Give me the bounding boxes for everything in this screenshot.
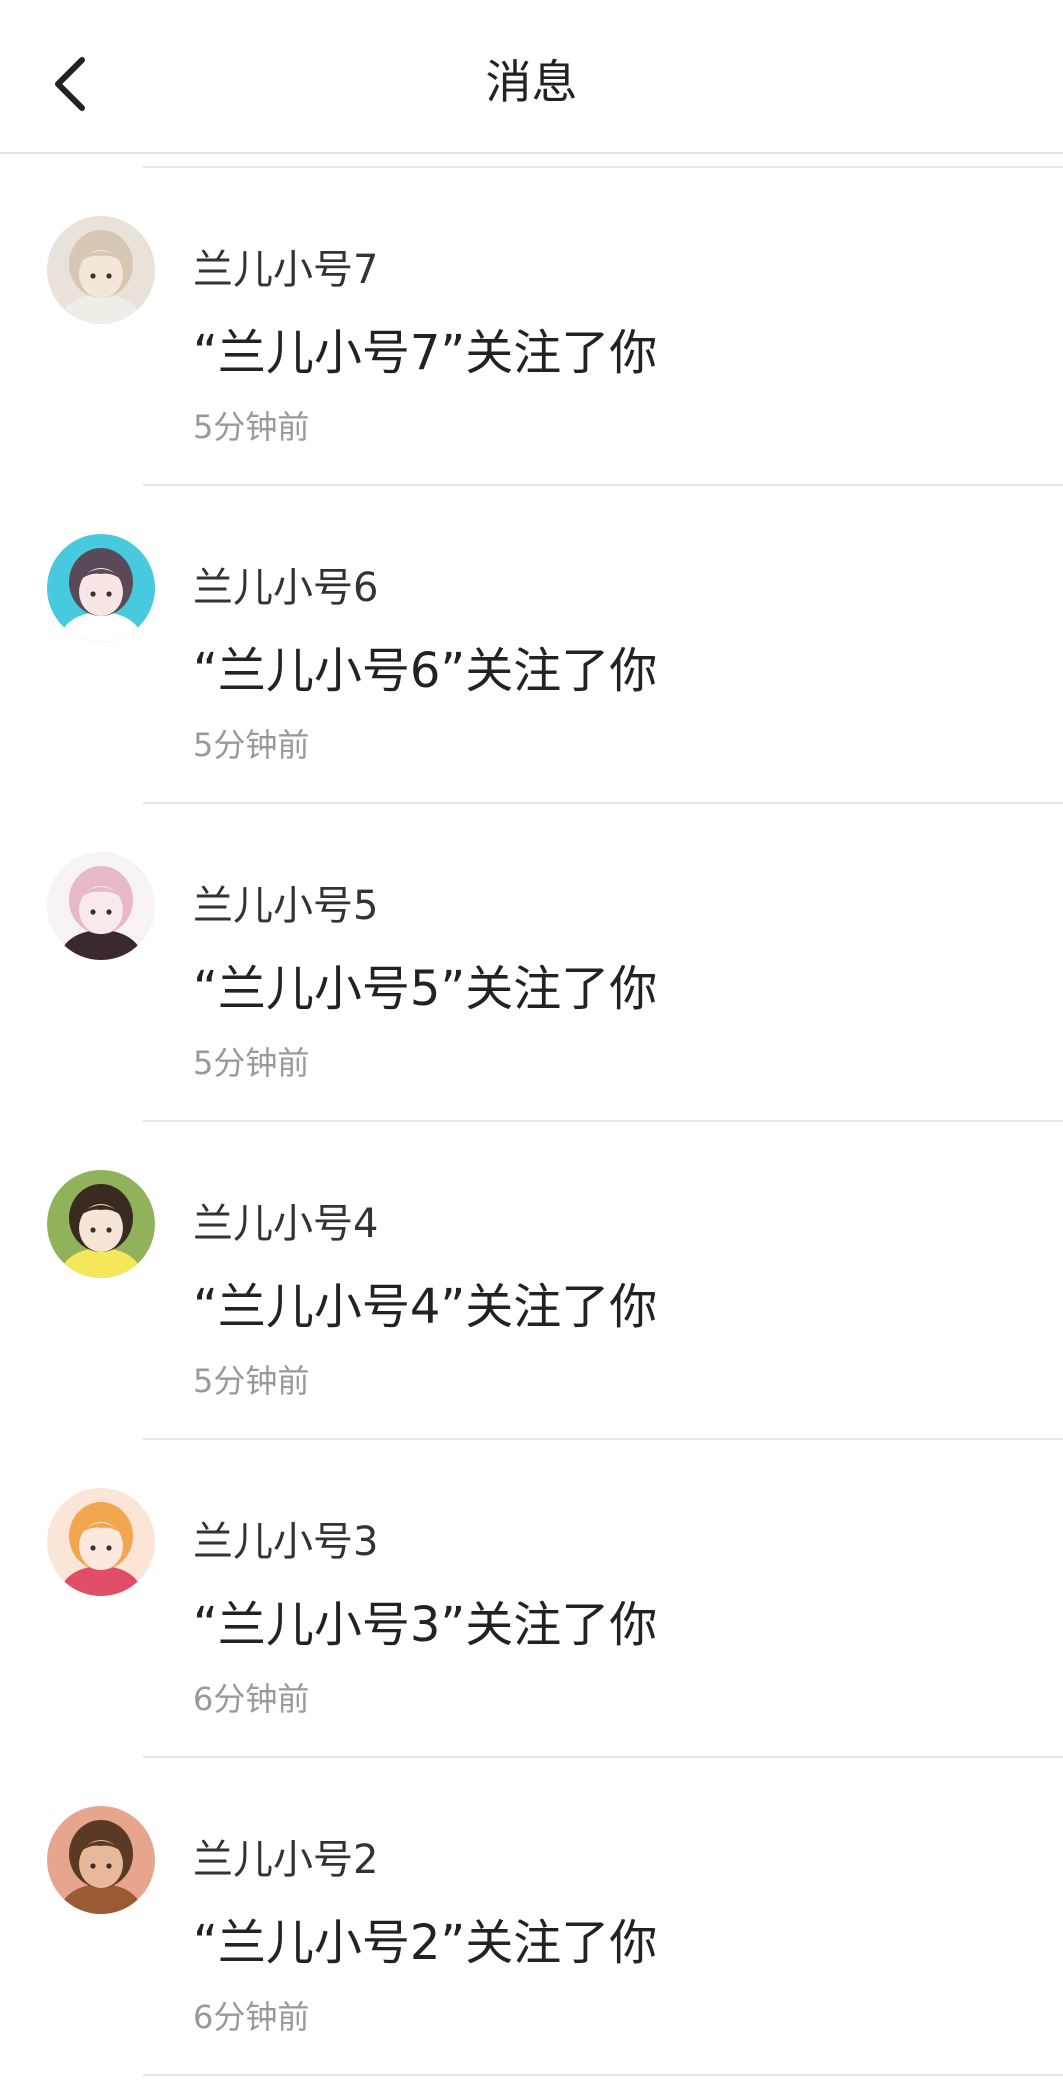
timestamp: 6分钟前 — [193, 1998, 310, 2036]
avatar-portrait — [47, 1806, 155, 1914]
message-text: “兰儿小号3”关注了你 — [193, 1597, 658, 1653]
avatar[interactable] — [47, 534, 155, 642]
timestamp: 5分钟前 — [193, 408, 310, 446]
message-text: “兰儿小号4”关注了你 — [193, 1279, 658, 1335]
timestamp: 5分钟前 — [193, 1362, 310, 1400]
avatar-portrait — [47, 852, 155, 960]
message-list: 兰儿小号7 “兰儿小号7”关注了你 5分钟前 兰儿小号6 “兰儿小号6”关注了你… — [0, 168, 1063, 2076]
avatar-portrait — [47, 216, 155, 324]
timestamp: 5分钟前 — [193, 726, 310, 764]
message-item[interactable]: 兰儿小号4 “兰儿小号4”关注了你 5分钟前 — [0, 1122, 1063, 1440]
sender-name[interactable]: 兰儿小号6 — [193, 562, 378, 614]
message-text: “兰儿小号5”关注了你 — [193, 961, 658, 1017]
top-navigation-bar: 消息 — [0, 0, 1063, 154]
message-item[interactable]: 兰儿小号3 “兰儿小号3”关注了你 6分钟前 — [0, 1440, 1063, 1758]
page-title: 消息 — [485, 55, 578, 109]
avatar[interactable] — [47, 852, 155, 960]
message-item[interactable]: 兰儿小号5 “兰儿小号5”关注了你 5分钟前 — [0, 804, 1063, 1122]
message-item[interactable]: 兰儿小号7 “兰儿小号7”关注了你 5分钟前 — [0, 168, 1063, 486]
message-item[interactable]: 兰儿小号2 “兰儿小号2”关注了你 6分钟前 — [0, 1758, 1063, 2076]
message-text: “兰儿小号7”关注了你 — [193, 325, 658, 381]
sender-name[interactable]: 兰儿小号7 — [193, 244, 378, 296]
avatar[interactable] — [47, 1170, 155, 1278]
avatar[interactable] — [47, 1488, 155, 1596]
message-text: “兰儿小号2”关注了你 — [193, 1915, 658, 1971]
item-divider — [143, 2074, 1063, 2076]
sender-name[interactable]: 兰儿小号3 — [193, 1516, 378, 1568]
sender-name[interactable]: 兰儿小号2 — [193, 1834, 378, 1886]
avatar-portrait — [47, 1170, 155, 1278]
avatar-portrait — [47, 534, 155, 642]
timestamp: 6分钟前 — [193, 1680, 310, 1718]
timestamp: 5分钟前 — [193, 1044, 310, 1082]
avatar-portrait — [47, 1488, 155, 1596]
avatar[interactable] — [47, 1806, 155, 1914]
message-text: “兰儿小号6”关注了你 — [193, 643, 658, 699]
avatar[interactable] — [47, 216, 155, 324]
message-item[interactable]: 兰儿小号6 “兰儿小号6”关注了你 5分钟前 — [0, 486, 1063, 804]
sender-name[interactable]: 兰儿小号4 — [193, 1198, 378, 1250]
sender-name[interactable]: 兰儿小号5 — [193, 880, 378, 932]
